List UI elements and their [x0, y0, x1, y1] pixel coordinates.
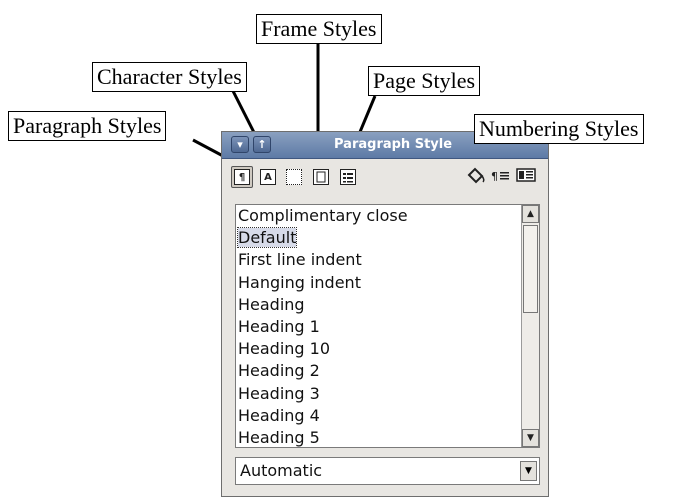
scroll-down-button[interactable]: ▼ — [522, 429, 539, 447]
style-list-item-label: Heading 1 — [238, 317, 320, 337]
paragraph-styles-button[interactable]: ¶ — [231, 166, 253, 188]
style-list-item-label: Heading 4 — [238, 405, 320, 425]
new-style-icon: ¶ — [491, 168, 511, 187]
page-styles-callout: Page Styles — [368, 66, 481, 96]
style-list-item-label: First line indent — [238, 250, 362, 270]
style-list-item[interactable]: Complimentary close — [238, 205, 519, 227]
frame-styles-button[interactable] — [283, 166, 305, 188]
numbering-styles-button[interactable] — [337, 166, 359, 188]
style-list-item-label: Heading — [238, 294, 305, 314]
paragraph-styles-callout: Paragraph Styles — [8, 111, 167, 141]
scroll-up-button[interactable]: ▲ — [522, 205, 539, 223]
styles-panel: ▾ ↑ Paragraph Style ¶ A ¶ Complimentary … — [221, 131, 549, 497]
style-list-item-label: Heading 3 — [238, 383, 320, 403]
fill-format-icon — [466, 166, 486, 188]
style-toolbar: ¶ A ¶ — [222, 158, 548, 192]
style-list-item[interactable]: Heading — [238, 294, 519, 316]
style-list-item[interactable]: Default — [236, 227, 519, 249]
page-icon — [313, 169, 329, 185]
style-list-item-label: Default — [236, 227, 298, 249]
new-style-button[interactable]: ¶ — [490, 166, 512, 188]
style-list-item-label: Heading 10 — [238, 339, 331, 359]
page-styles-button[interactable] — [310, 166, 332, 188]
panel-title: Paragraph Style — [334, 137, 453, 152]
style-list-item[interactable]: Heading 2 — [238, 360, 519, 382]
style-list-item[interactable]: Heading 10 — [238, 338, 519, 360]
style-filter-dropdown[interactable]: Automatic ▼ — [235, 457, 540, 485]
styles-list-scrollbar[interactable]: ▲ ▼ — [521, 205, 539, 447]
character-styles-callout: Character Styles — [92, 62, 247, 92]
style-list-item[interactable]: Hanging indent — [238, 272, 519, 294]
style-list-item[interactable]: Heading 1 — [238, 316, 519, 338]
character-styles-button[interactable]: A — [257, 166, 279, 188]
style-list-item-label: Heading 5 — [238, 428, 320, 448]
style-list-item[interactable]: First line indent — [238, 249, 519, 271]
fill-format-button[interactable] — [465, 166, 487, 188]
update-style-button[interactable] — [515, 166, 537, 188]
style-list-item-label: Heading 2 — [238, 361, 320, 381]
style-list-item[interactable]: Heading 3 — [238, 383, 519, 405]
frame-icon — [286, 169, 302, 185]
update-style-icon — [516, 167, 536, 187]
collapse-button[interactable]: ▾ — [231, 136, 249, 153]
styles-list-items: Complimentary close Default First line ind… — [236, 205, 521, 448]
float-button[interactable]: ↑ — [253, 136, 271, 153]
style-list-item-label: Hanging indent — [238, 272, 361, 292]
numbering-styles-callout: Numbering Styles — [474, 114, 644, 144]
dropdown-arrow-icon[interactable]: ▼ — [520, 461, 537, 481]
character-icon: A — [260, 169, 276, 185]
numbering-icon — [340, 169, 356, 185]
paragraph-icon: ¶ — [234, 169, 250, 185]
style-filter-value: Automatic — [240, 461, 323, 480]
frame-styles-callout: Frame Styles — [256, 14, 382, 44]
style-list-item[interactable]: Heading 4 — [238, 405, 519, 427]
svg-text:¶: ¶ — [491, 170, 498, 183]
scroll-thumb[interactable] — [523, 225, 538, 313]
style-list-item-label: Complimentary close — [238, 206, 408, 225]
styles-list[interactable]: Complimentary close Default First line ind… — [235, 204, 540, 448]
style-list-item[interactable]: Heading 5 — [238, 427, 519, 448]
